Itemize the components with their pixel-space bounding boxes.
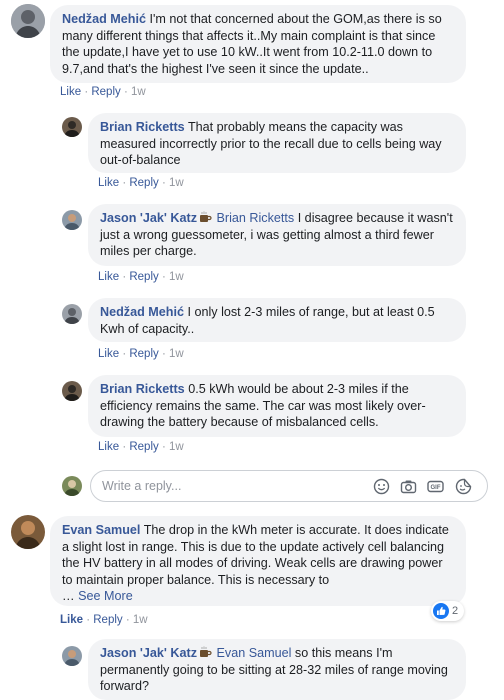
- avatar[interactable]: [62, 381, 82, 401]
- comment-bubble: Evan Samuel The drop in the kWh meter is…: [50, 516, 466, 606]
- avatar[interactable]: [62, 646, 82, 666]
- reply-button[interactable]: Reply: [129, 348, 158, 360]
- avatar[interactable]: [62, 210, 82, 230]
- emoji-icon[interactable]: [373, 478, 390, 495]
- comment-actions: Like · Reply · 1w: [98, 348, 184, 360]
- separator: ·: [123, 86, 131, 98]
- ellipsis: …: [62, 589, 75, 603]
- comment-bubble: Jason 'Jak' Katz Evan Samuel so this mea…: [88, 639, 466, 700]
- sticker-icon[interactable]: [455, 478, 472, 495]
- like-button[interactable]: Like: [98, 177, 119, 189]
- camera-icon[interactable]: [400, 478, 417, 495]
- comment-actions: Like · Reply · 1w: [60, 86, 146, 98]
- timestamp[interactable]: 1w: [169, 271, 184, 283]
- comment-author[interactable]: Brian Ricketts: [100, 120, 185, 134]
- current-user-avatar: [62, 476, 82, 496]
- avatar[interactable]: [62, 117, 82, 137]
- avatar[interactable]: [11, 515, 45, 549]
- comment-bubble: Nedžad Mehić I'm not that concerned abou…: [50, 5, 466, 83]
- like-button[interactable]: Like: [98, 348, 119, 360]
- comment-actions: Like · Reply · 1w: [60, 614, 148, 626]
- comment-mention[interactable]: Brian Ricketts: [217, 211, 295, 225]
- reply-button[interactable]: Reply: [91, 86, 120, 98]
- reply-button[interactable]: Reply: [129, 177, 158, 189]
- comment-author[interactable]: Nedžad Mehić: [100, 305, 184, 319]
- comment-actions: Like · Reply · 1w: [98, 441, 184, 453]
- gif-icon[interactable]: GIF: [427, 478, 444, 495]
- reply-button[interactable]: Reply: [129, 271, 158, 283]
- reply-button[interactable]: Reply: [93, 614, 122, 626]
- comment-bubble: Jason 'Jak' Katz Brian Ricketts I disagr…: [88, 204, 466, 266]
- comment-author[interactable]: Brian Ricketts: [100, 382, 185, 396]
- see-more-link[interactable]: See More: [78, 589, 133, 603]
- like-button[interactable]: Like: [98, 441, 119, 453]
- reply-button[interactable]: Reply: [129, 441, 158, 453]
- comment-bubble: Nedžad Mehić I only lost 2-3 miles of ra…: [88, 298, 466, 342]
- timestamp[interactable]: 1w: [169, 348, 184, 360]
- timestamp[interactable]: 1w: [131, 86, 146, 98]
- separator: ·: [125, 614, 133, 626]
- coffee-icon: [200, 646, 212, 657]
- separator: ·: [161, 441, 169, 453]
- like-button[interactable]: Like: [60, 614, 83, 626]
- avatar[interactable]: [11, 4, 45, 38]
- like-button[interactable]: Like: [98, 271, 119, 283]
- reply-placeholder: Write a reply...: [102, 479, 182, 493]
- comment-author[interactable]: Jason 'Jak' Katz: [100, 211, 197, 225]
- comment-bubble: Brian Ricketts 0.5 kWh would be about 2-…: [88, 375, 466, 437]
- like-reaction-icon: [433, 603, 449, 619]
- comment-actions: Like · Reply · 1w: [98, 177, 184, 189]
- comment-bubble: Brian Ricketts That probably means the c…: [88, 113, 466, 173]
- comment-author[interactable]: Nedžad Mehić: [62, 12, 146, 26]
- comment-author[interactable]: Evan Samuel: [62, 523, 140, 537]
- separator: ·: [161, 271, 169, 283]
- reaction-summary[interactable]: 2: [431, 601, 465, 621]
- avatar[interactable]: [62, 304, 82, 324]
- reaction-count: 2: [452, 605, 459, 617]
- svg-text:GIF: GIF: [431, 485, 441, 491]
- separator: ·: [161, 177, 169, 189]
- reply-input[interactable]: Write a reply... GIF: [90, 470, 488, 502]
- comment-author[interactable]: Jason 'Jak' Katz: [100, 646, 197, 660]
- coffee-icon: [200, 211, 212, 222]
- timestamp[interactable]: 1w: [169, 177, 184, 189]
- separator: ·: [161, 348, 169, 360]
- comment-actions: Like · Reply · 1w: [98, 271, 184, 283]
- timestamp[interactable]: 1w: [169, 441, 184, 453]
- timestamp[interactable]: 1w: [133, 614, 148, 626]
- like-button[interactable]: Like: [60, 86, 81, 98]
- comment-mention[interactable]: Evan Samuel: [217, 646, 292, 660]
